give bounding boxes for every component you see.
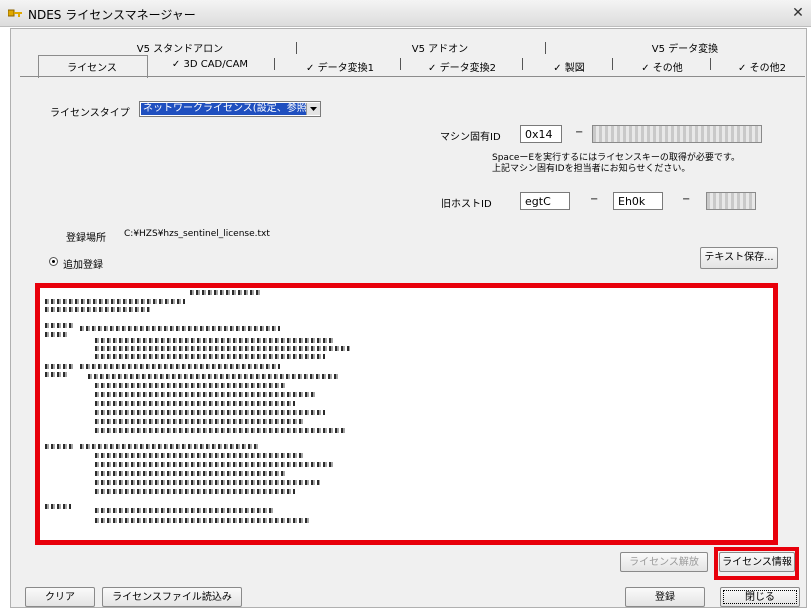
- radio-dot: [52, 260, 55, 263]
- text-line: [95, 428, 345, 433]
- license-type-select[interactable]: ネットワークライセンス(設定、参照): [139, 101, 321, 117]
- text-line: [45, 372, 67, 377]
- clear-button[interactable]: クリア: [25, 587, 95, 607]
- register-button[interactable]: 登録: [625, 587, 705, 607]
- text-line: [95, 392, 315, 397]
- register-location-path: C:¥HZS¥hzs_sentinel_license.txt: [124, 229, 270, 239]
- title-bar: NDES ライセンスマネージャー ✕: [0, 0, 811, 27]
- chevron-down-icon[interactable]: [306, 103, 320, 115]
- text-line: [95, 508, 275, 513]
- text-line: [190, 290, 260, 295]
- machine-id-dash: −: [575, 127, 584, 138]
- load-license-file-button[interactable]: ライセンスファイル読込み: [102, 587, 242, 607]
- text-line: [95, 383, 285, 388]
- append-register-radio[interactable]: [49, 257, 58, 266]
- tab-v5-addon[interactable]: V5 アドオン: [380, 40, 500, 55]
- register-location-label: 登録場所: [66, 233, 106, 244]
- text-line: [45, 444, 75, 449]
- host-id-redacted-field[interactable]: [706, 192, 756, 210]
- license-text-area[interactable]: [40, 288, 773, 540]
- text-line: [95, 462, 335, 467]
- host-id-field-2[interactable]: Eh0k: [613, 192, 663, 210]
- machine-id-label: マシン固有ID: [440, 132, 501, 143]
- text-line: [80, 326, 280, 331]
- machine-id-redacted-field[interactable]: [592, 125, 762, 143]
- text-line: [95, 489, 295, 494]
- text-line: [95, 471, 285, 476]
- tab-separator: [545, 42, 546, 54]
- text-line: [95, 419, 305, 424]
- host-id-label: 旧ホストID: [441, 199, 492, 210]
- text-line: [45, 332, 67, 337]
- text-line: [45, 307, 150, 312]
- text-line: [95, 401, 295, 406]
- text-line: [95, 410, 325, 415]
- close-icon[interactable]: ✕: [790, 6, 806, 20]
- text-line: [95, 518, 310, 523]
- tab-separator: [400, 58, 401, 70]
- tab-separator: [612, 58, 613, 70]
- text-line: [95, 346, 350, 351]
- text-line: [95, 354, 325, 359]
- tab-v5-data-conversion[interactable]: V5 データ変換: [620, 40, 750, 55]
- host-id-field-1[interactable]: egtC: [520, 192, 570, 210]
- license-type-label: ライセンスタイプ: [50, 108, 130, 119]
- save-text-button[interactable]: テキスト保存...: [700, 247, 778, 269]
- text-line: [95, 480, 320, 485]
- license-info-button[interactable]: ライセンス情報: [719, 552, 795, 572]
- tab-data-conversion-2[interactable]: ✓ データ変換2: [412, 59, 512, 74]
- text-line: [95, 453, 305, 458]
- tab-3d-cad-cam[interactable]: ✓ 3D CAD/CAM: [160, 59, 260, 70]
- tab-separator: [296, 42, 297, 54]
- text-line: [95, 338, 335, 343]
- text-line: [45, 364, 75, 369]
- text-line: [80, 364, 280, 369]
- notice-line-2: 上記マシン固有IDを担当者にお知らせください。: [492, 164, 691, 174]
- license-type-value: ネットワークライセンス(設定、参照): [141, 103, 307, 115]
- tab-separator: [522, 58, 523, 70]
- tab-license[interactable]: ライセンス: [38, 59, 146, 74]
- tab-data-conversion-1[interactable]: ✓ データ変換1: [290, 59, 390, 74]
- text-line: [45, 504, 71, 509]
- window-title: NDES ライセンスマネージャー: [28, 8, 196, 22]
- key-icon: [8, 9, 22, 17]
- machine-id-prefix-field[interactable]: 0x14: [520, 125, 562, 143]
- append-register-label: 追加登録: [63, 260, 103, 271]
- tab-other-2[interactable]: ✓ その他2: [722, 59, 802, 74]
- text-line: [45, 299, 185, 304]
- text-line: [80, 444, 260, 449]
- tab-other[interactable]: ✓ その他: [622, 59, 702, 74]
- host-id-dash-1: −: [590, 194, 599, 205]
- host-id-dash-2: −: [682, 194, 691, 205]
- tab-separator: [274, 58, 275, 70]
- tab-v5-standalone[interactable]: V5 スタンドアロン: [120, 40, 240, 55]
- text-line: [45, 323, 73, 328]
- tab-separator: [710, 58, 711, 70]
- close-button[interactable]: 閉じる: [720, 587, 800, 607]
- tab-baseline: [20, 76, 805, 77]
- tab-drafting[interactable]: ✓ 製図: [534, 59, 604, 74]
- release-license-button[interactable]: ライセンス解放: [620, 552, 708, 572]
- text-line: [88, 374, 338, 379]
